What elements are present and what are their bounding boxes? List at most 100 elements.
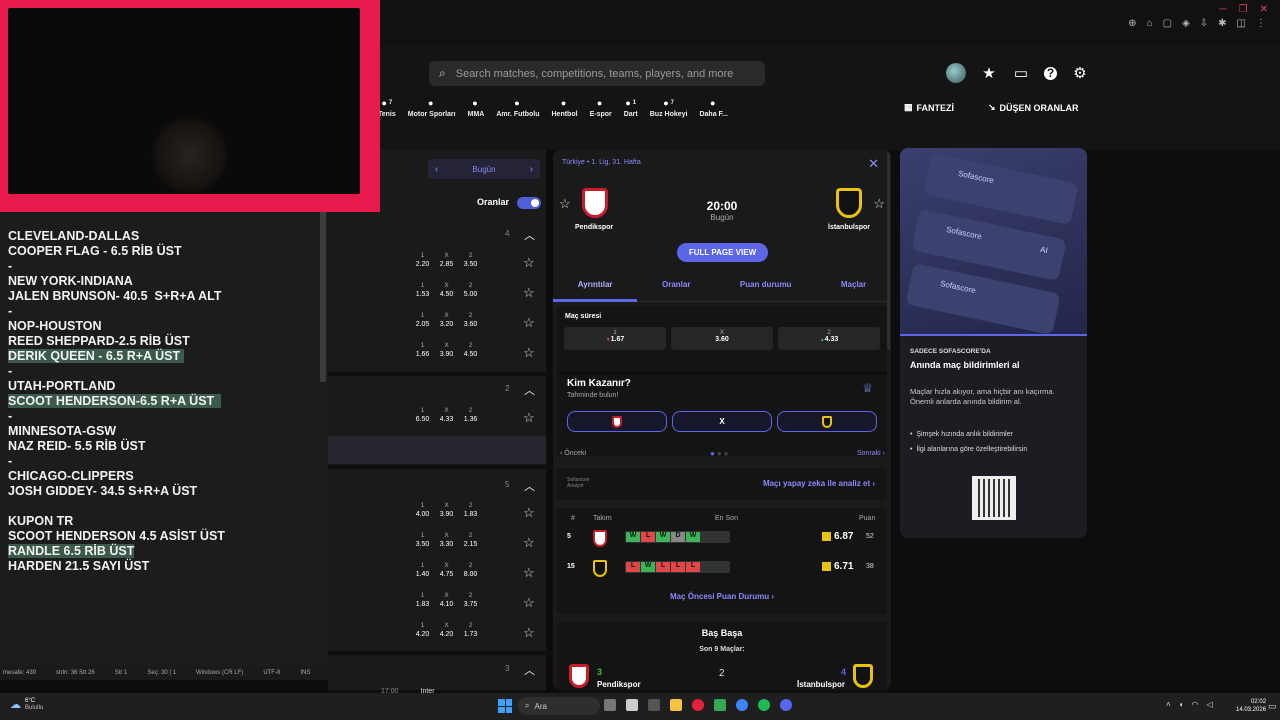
odd-cell[interactable]: 2 1.83: [461, 502, 480, 518]
carousel-dots[interactable]: ●●●: [710, 449, 731, 458]
tv-icon[interactable]: ▭: [1012, 64, 1030, 82]
odds-box[interactable]: 1 ▼1.67: [564, 327, 666, 350]
odds-row[interactable]: 1 3.50 X 3.30 2 2.15: [413, 532, 480, 548]
sport-american-football[interactable]: ● Amr. Futbolu: [496, 98, 539, 118]
vote-home-button[interactable]: [567, 411, 667, 432]
odd-cell[interactable]: 1 4.00: [413, 502, 432, 518]
extension-icon[interactable]: ✱: [1218, 18, 1226, 29]
star-icon[interactable]: ☆: [523, 255, 535, 271]
sport-darts[interactable]: ● 1 Dart: [624, 98, 638, 118]
weather-widget[interactable]: 6°C Bulutlu: [25, 698, 43, 712]
star-icon[interactable]: ☆: [523, 595, 535, 611]
star-icon[interactable]: ☆: [523, 315, 535, 331]
ai-analysis-link[interactable]: Maçı yapay zeka ile analiz et ›: [763, 479, 875, 488]
help-icon[interactable]: ?: [1044, 66, 1057, 80]
qr-code[interactable]: [972, 476, 1016, 520]
sport-ice-hockey[interactable]: ● 7 Buz Hokeyi: [650, 98, 688, 118]
home-team-name[interactable]: Pendikspor: [575, 224, 613, 231]
odd-cell[interactable]: 2 3.60: [461, 312, 480, 328]
odd-cell[interactable]: X 4.33: [437, 407, 456, 423]
sport-more[interactable]: ● Daha F...: [699, 98, 727, 118]
sport-esports[interactable]: ● E-spor: [590, 98, 612, 118]
dusen-oranlar-link[interactable]: ↘ DÜŞEN ORANLAR: [988, 102, 1079, 113]
odd-cell[interactable]: 1 4.20: [413, 622, 432, 638]
scrollbar[interactable]: [320, 212, 326, 382]
notification-icon[interactable]: ▭: [1268, 701, 1277, 712]
wifi-icon[interactable]: ◠: [1192, 700, 1199, 709]
odds-row[interactable]: 1 1.40 X 4.75 2 8.00: [413, 562, 480, 578]
chevron-up-icon[interactable]: ︿: [524, 227, 535, 243]
odds-row[interactable]: 1 4.20 X 4.20 2 1.73: [413, 622, 480, 638]
widgets-icon[interactable]: [626, 699, 638, 711]
odds-row[interactable]: 1 6.50 X 4.33 2 1.36: [413, 407, 480, 423]
odds-row[interactable]: 1 1.66 X 3.90 2 4.50: [413, 342, 480, 358]
away-team-name[interactable]: İstanbulspor: [828, 224, 870, 231]
chrome-icon[interactable]: [736, 699, 748, 711]
tab-2[interactable]: Puan durumu: [740, 276, 792, 301]
next-button[interactable]: Sonraki ›: [857, 450, 885, 457]
odd-cell[interactable]: X 4.50: [437, 282, 456, 298]
odd-cell[interactable]: 2 1.36: [461, 407, 480, 423]
odd-cell[interactable]: X 4.10: [437, 592, 456, 608]
odd-cell[interactable]: X 3.30: [437, 532, 456, 548]
notepad-text[interactable]: CLEVELAND-DALLAS COOPER FLAG - 6.5 RİB ÜS…: [8, 229, 225, 574]
discord-icon[interactable]: [780, 699, 792, 711]
zoom-icon[interactable]: ⊕: [1128, 18, 1136, 29]
odd-cell[interactable]: 1 6.50: [413, 407, 432, 423]
chevron-right-icon[interactable]: ›: [530, 164, 533, 175]
odd-cell[interactable]: X 4.20: [437, 622, 456, 638]
odd-cell[interactable]: 2 2.15: [461, 532, 480, 548]
odd-cell[interactable]: X 2.85: [437, 252, 456, 268]
minimize-icon[interactable]: ─: [1220, 4, 1227, 15]
odd-cell[interactable]: 2 5.00: [461, 282, 480, 298]
date-label[interactable]: Bugün: [472, 165, 495, 174]
odd-cell[interactable]: 2 8.00: [461, 562, 480, 578]
chevron-up-icon[interactable]: ︿: [524, 382, 535, 398]
star-icon[interactable]: ☆: [523, 410, 535, 426]
odd-cell[interactable]: 1 1.53: [413, 282, 432, 298]
sport-handball[interactable]: ● Hentbol: [552, 98, 578, 118]
bookmark-icon[interactable]: ⌂: [1147, 18, 1153, 29]
odd-cell[interactable]: X 3.90: [437, 502, 456, 518]
spotify-icon[interactable]: [758, 699, 770, 711]
chevron-up-icon[interactable]: ˄: [1166, 700, 1171, 709]
odd-cell[interactable]: 2 3.50: [461, 252, 480, 268]
sport-tennis[interactable]: ● 7 Tenis: [378, 98, 396, 118]
close-icon[interactable]: ✕: [868, 156, 879, 172]
sport-mma[interactable]: ● MMA: [468, 98, 485, 118]
star-icon[interactable]: ★: [980, 64, 998, 82]
sport-motor[interactable]: ● Motor Sporları: [408, 98, 456, 118]
odds-row[interactable]: 1 2.05 X 3.20 2 3.60: [413, 312, 480, 328]
star-icon[interactable]: ☆: [523, 345, 535, 361]
mic-icon[interactable]: ◖: [1179, 700, 1184, 709]
terminal-icon[interactable]: [648, 699, 660, 711]
menu-icon[interactable]: ⋮: [1256, 18, 1266, 29]
chevron-up-icon[interactable]: ︿: [524, 662, 535, 678]
odd-cell[interactable]: 1 1.83: [413, 592, 432, 608]
odd-cell[interactable]: 2 4.50: [461, 342, 480, 358]
breadcrumb[interactable]: Türkiye • 1. Lig, 31. Hafta: [562, 159, 641, 166]
odd-cell[interactable]: X 4.75: [437, 562, 456, 578]
task-view-icon[interactable]: [604, 699, 616, 711]
full-page-view-button[interactable]: FULL PAGE VIEW: [677, 243, 768, 262]
odds-toggle[interactable]: [517, 197, 541, 209]
odd-cell[interactable]: 1 1.66: [413, 342, 432, 358]
odd-cell[interactable]: 2 3.75: [461, 592, 480, 608]
odd-cell[interactable]: 1 3.50: [413, 532, 432, 548]
clock[interactable]: 02:02 14.03.2026: [1236, 698, 1266, 714]
maximize-icon[interactable]: ❐: [1239, 4, 1248, 15]
opera-icon[interactable]: [692, 699, 704, 711]
odd-cell[interactable]: 1 1.40: [413, 562, 432, 578]
tab-icon[interactable]: ▢: [1163, 18, 1172, 29]
file-explorer-icon[interactable]: [670, 699, 682, 711]
download-icon[interactable]: ⇩: [1200, 18, 1208, 29]
odds-box[interactable]: X 3.60: [671, 327, 773, 350]
fantezi-link[interactable]: ▦ FANTEZİ: [904, 102, 954, 113]
vote-draw-button[interactable]: X: [672, 411, 772, 432]
star-icon[interactable]: ☆: [523, 285, 535, 301]
volume-icon[interactable]: ◁: [1207, 700, 1213, 709]
odd-cell[interactable]: 1 2.20: [413, 252, 432, 268]
sidebar-icon[interactable]: ◫: [1237, 18, 1246, 29]
tab-1[interactable]: Oranlar: [662, 276, 690, 301]
odd-cell[interactable]: 2 1.73: [461, 622, 480, 638]
